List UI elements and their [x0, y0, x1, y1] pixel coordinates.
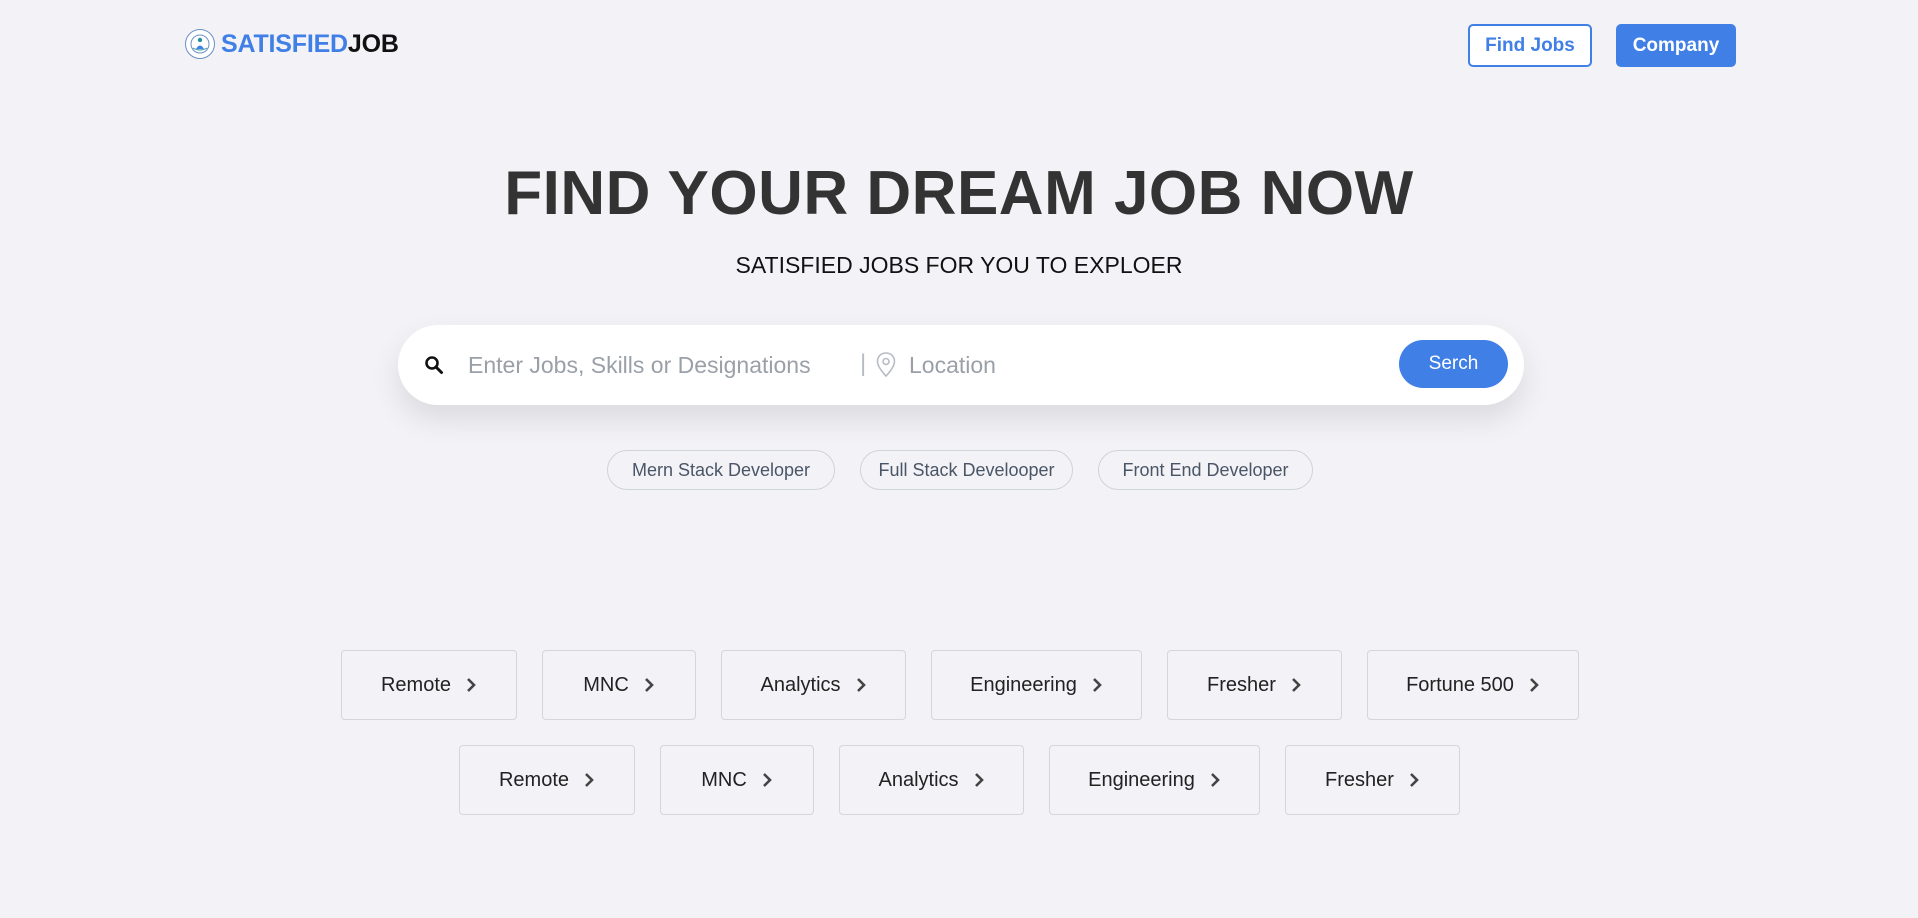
hero-title: FIND YOUR DREAM JOB NOW	[504, 159, 1414, 228]
chevron-right-icon	[1410, 773, 1419, 787]
category-tile-fortune-500[interactable]: Fortune 500	[1367, 650, 1579, 720]
logo-text-part2: JOB	[347, 29, 399, 58]
category-label: Engineering	[970, 673, 1077, 696]
category-tile-mnc[interactable]: MNC	[660, 745, 814, 815]
chevron-right-icon	[644, 678, 654, 692]
chevron-right-icon	[974, 773, 984, 787]
job-search-input[interactable]	[468, 346, 848, 384]
category-tile-fresher[interactable]: Fresher	[1167, 650, 1342, 720]
chevron-right-icon	[585, 773, 594, 787]
category-tile-analytics[interactable]: Analytics	[839, 745, 1024, 815]
category-tile-remote[interactable]: Remote	[459, 745, 635, 815]
category-label: Fresher	[1207, 673, 1276, 696]
suggestion-chip[interactable]: Full Stack Develooper	[860, 450, 1073, 490]
category-label: Analytics	[878, 768, 959, 791]
logo-text: SATISFIEDJOB	[221, 30, 399, 59]
category-tile-engineering[interactable]: Engineering	[1049, 745, 1260, 815]
category-label: Engineering	[1088, 768, 1195, 791]
category-label: Fresher	[1325, 768, 1394, 791]
location-pin-icon	[875, 351, 897, 379]
category-label: MNC	[701, 768, 747, 791]
location-input[interactable]	[909, 346, 1309, 384]
category-label: Remote	[498, 768, 570, 791]
suggestion-chip[interactable]: Mern Stack Developer	[607, 450, 835, 490]
chevron-right-icon	[1530, 678, 1539, 692]
hero-subtitle: SATISFIED JOBS FOR YOU TO EXPLOER	[735, 252, 1183, 278]
category-label: Remote	[380, 673, 452, 696]
chevron-right-icon	[856, 678, 866, 692]
find-jobs-button[interactable]: Find Jobs	[1468, 24, 1592, 67]
category-tile-mnc[interactable]: MNC	[542, 650, 696, 720]
category-tile-analytics[interactable]: Analytics	[721, 650, 906, 720]
chevron-right-icon	[1292, 678, 1301, 692]
category-label: MNC	[583, 673, 629, 696]
chevron-right-icon	[1092, 678, 1102, 692]
category-tile-engineering[interactable]: Engineering	[931, 650, 1142, 720]
category-label: Analytics	[760, 673, 841, 696]
person-globe-icon	[185, 29, 215, 59]
page: SATISFIEDJOB Find Jobs Company FIND YOUR…	[0, 0, 1918, 918]
chevron-right-icon	[467, 678, 476, 692]
logo-text-part1: SATISFIED	[221, 29, 348, 58]
chevron-right-icon	[762, 773, 772, 787]
category-tile-fresher[interactable]: Fresher	[1285, 745, 1460, 815]
logo[interactable]: SATISFIEDJOB	[185, 29, 399, 59]
suggestion-chip[interactable]: Front End Developer	[1098, 450, 1313, 490]
chevron-right-icon	[1210, 773, 1220, 787]
category-tile-remote[interactable]: Remote	[341, 650, 517, 720]
search-button[interactable]: Serch	[1399, 340, 1508, 388]
category-label: Fortune 500	[1406, 673, 1514, 696]
search-icon	[424, 355, 444, 375]
search-divider: |	[860, 350, 867, 377]
company-button[interactable]: Company	[1616, 24, 1736, 67]
